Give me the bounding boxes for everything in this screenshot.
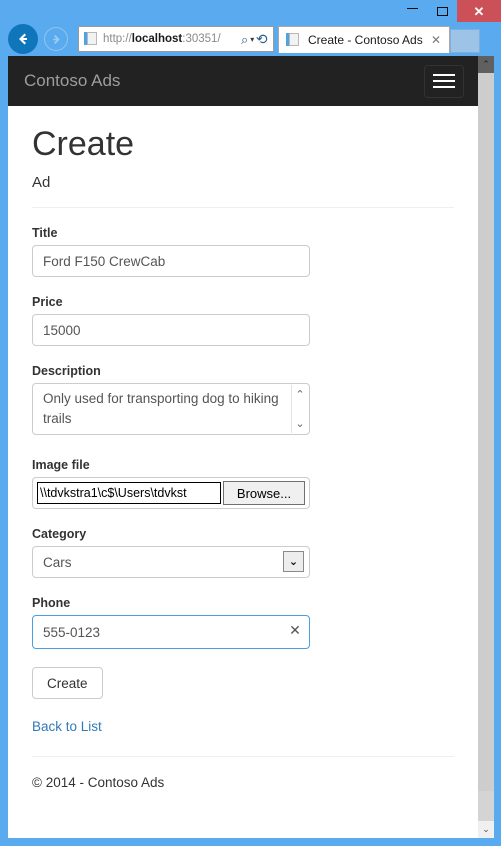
image-file-input[interactable]: \\tdvkstra1\c$\Users\tdvkst Browse... [32,477,310,509]
back-to-list-link[interactable]: Back to List [32,719,454,734]
phone-input[interactable] [32,615,310,649]
browse-button[interactable]: Browse... [223,481,305,505]
back-button[interactable] [8,24,38,54]
price-input[interactable] [32,314,310,346]
arrow-left-icon [19,33,27,45]
page-favicon-icon [84,31,100,47]
hamburger-menu-icon[interactable] [424,64,464,98]
search-icon[interactable]: ⌕ [241,33,248,46]
footer-divider [32,756,454,757]
category-select-wrapper: Cars ⌄ [32,546,310,578]
minimize-icon [406,7,418,9]
tab-title: Create - Contoso Ads [308,33,423,47]
description-label: Description [32,364,101,378]
window-controls: ✕ [397,0,501,22]
chevron-down-icon[interactable]: ⌄ [295,418,304,429]
description-scrollbar[interactable]: ⌃ ⌄ [291,385,308,433]
site-navbar: Contoso Ads [8,56,478,106]
footer-text: © 2014 - Contoso Ads [32,775,165,790]
new-tab-button[interactable] [450,29,480,53]
maximize-button[interactable] [427,0,457,22]
address-url-text: http://localhost:30351/ [103,33,221,45]
tab-favicon-icon [286,32,302,48]
address-bar[interactable]: http://localhost:30351/ ⌕ ▾ ⟳ [78,26,274,52]
create-submit-button[interactable]: Create [32,667,103,699]
title-label: Title [32,226,58,240]
clear-icon[interactable]: ✕ [288,623,302,637]
browser-window: ✕ http://localhost:30351/ ⌕ ▾ ⟳ Create -… [0,0,501,846]
minimize-button[interactable] [397,0,427,22]
forward-button[interactable] [44,27,68,51]
chevron-up-icon[interactable]: ⌃ [295,389,304,400]
page-title: Create [32,125,135,163]
page-subtitle: Ad [32,174,51,191]
phone-label: Phone [32,596,71,610]
close-button[interactable]: ✕ [457,0,501,22]
site-brand[interactable]: Contoso Ads [24,71,120,91]
page-viewport: Contoso Ads Create Ad Title Price [8,56,494,838]
file-path-text[interactable]: \\tdvkstra1\c$\Users\tdvkst [37,482,221,504]
field-group-description: Description Only used for transporting d… [32,364,454,440]
image-file-label: Image file [32,458,90,472]
page-scrollbar[interactable]: ⌃ ⌄ [478,56,494,838]
category-select[interactable]: Cars [32,546,310,578]
close-icon: ✕ [473,3,485,19]
page-body: Create Ad Title Price Description [8,124,478,790]
header-divider [32,207,454,208]
title-input[interactable] [32,245,310,277]
field-group-category: Category Cars ⌄ [32,527,454,578]
chevron-down-icon[interactable]: ⌄ [283,551,304,572]
scrollbar-thumb[interactable] [478,73,494,791]
scroll-up-button[interactable]: ⌃ [478,56,494,73]
phone-wrapper: ✕ [32,615,310,649]
address-bar-icons: ⌕ ▾ ⟳ [241,31,270,48]
maximize-icon [436,6,448,16]
field-group-image-file: Image file \\tdvkstra1\c$\Users\tdvkst B… [32,458,454,509]
field-group-title: Title [32,226,454,277]
create-ad-form: Title Price Description Only used for tr… [24,226,462,790]
arrow-right-icon [52,34,60,44]
tab-close-icon[interactable]: ✕ [427,33,445,47]
refresh-icon[interactable]: ⟳ [256,31,268,48]
description-textarea[interactable]: Only used for transporting dog to hiking… [32,383,310,435]
field-group-price: Price [32,295,454,346]
field-group-phone: Phone ✕ [32,596,454,649]
browser-tab-active[interactable]: Create - Contoso Ads ✕ [278,26,450,53]
page-content: Contoso Ads Create Ad Title Price [8,56,478,838]
description-wrapper: Only used for transporting dog to hiking… [32,383,310,440]
title-bar: ✕ [0,0,501,22]
chevron-down-icon[interactable]: ▾ [250,35,254,44]
scroll-down-button[interactable]: ⌄ [478,821,494,838]
category-label: Category [32,527,87,541]
price-label: Price [32,295,63,309]
tab-strip: Create - Contoso Ads ✕ [278,26,480,54]
category-selected-value: Cars [43,554,72,570]
browser-toolbar: http://localhost:30351/ ⌕ ▾ ⟳ Create - C… [0,22,501,56]
